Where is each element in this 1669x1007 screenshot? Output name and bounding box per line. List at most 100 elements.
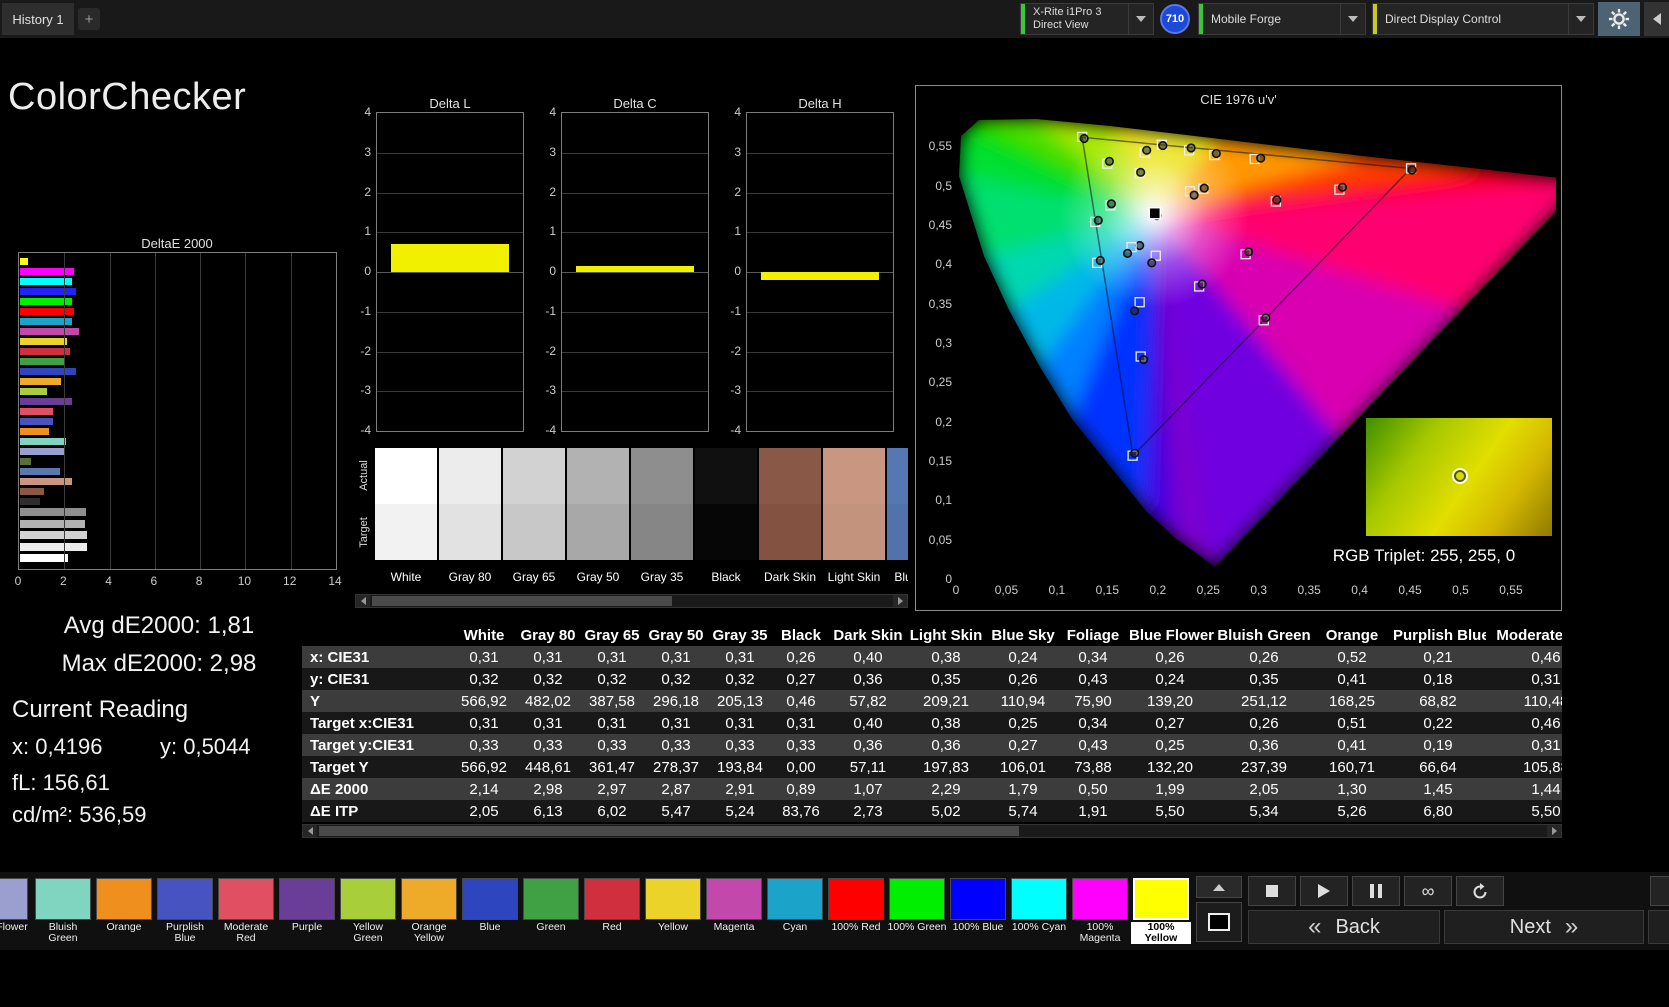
stop-button[interactable]: [1248, 876, 1296, 906]
display-dropdown-arrow[interactable]: [1568, 4, 1593, 34]
scroll-up-button[interactable]: [1196, 876, 1242, 898]
table-cell: 1,91: [1078, 802, 1108, 820]
meter-dropdown-arrow[interactable]: [1128, 4, 1153, 34]
meter-dropdown[interactable]: X-Rite i1Pro 3 Direct View: [1020, 3, 1154, 35]
nav-partial-button[interactable]: [1648, 910, 1669, 944]
pattern-button-blue[interactable]: Blue: [460, 878, 520, 944]
table-scroll-thumb[interactable]: [319, 826, 1019, 836]
loop-button[interactable]: ∞: [1404, 876, 1452, 906]
pattern-swatch: [706, 878, 762, 920]
x-tick-label: 0,3: [1250, 583, 1268, 597]
table-cell: 0,51: [1337, 714, 1367, 732]
patch-gray-35: [631, 448, 693, 560]
pattern-button-orange-yellow[interactable]: Orange Yellow: [399, 878, 459, 944]
pattern-button-bluish-green[interactable]: Bluish Green: [33, 878, 93, 944]
pattern-button-moderate-red[interactable]: Moderate Red: [216, 878, 276, 944]
deltae-bar-gray-65: [20, 531, 336, 539]
current-reading-label: Current Reading: [12, 696, 189, 723]
deltae-bar-red: [20, 348, 336, 355]
measured-marker: [1142, 145, 1152, 155]
table-cell: 106,01: [1000, 758, 1046, 776]
y-tick-label: 0,35: [928, 296, 952, 311]
x-tick-label: 2: [59, 574, 67, 588]
gridline: [562, 311, 708, 313]
pattern-button-blue-flower[interactable]: Blue Flower: [0, 878, 30, 944]
pattern-swatch: [584, 878, 640, 920]
settings-button[interactable]: [1598, 2, 1640, 36]
y-tick-label: -4: [730, 423, 741, 437]
table-cell: 0,24: [1155, 670, 1185, 688]
scroll-right-icon[interactable]: [1547, 825, 1561, 837]
pattern-button-yellow[interactable]: Yellow: [643, 878, 703, 944]
table-cell: 2,97: [597, 780, 627, 798]
play-button[interactable]: [1300, 876, 1348, 906]
patch-label: Light Skin: [827, 570, 881, 584]
pattern-button-purplish-blue[interactable]: Purplish Blue: [155, 878, 215, 944]
chevron-down-icon: [1348, 16, 1358, 22]
transport-partial-button[interactable]: [1650, 876, 1669, 906]
pattern-button-100-cyan[interactable]: 100% Cyan: [1009, 878, 1069, 944]
y-tick-label: 0,05: [928, 532, 952, 547]
y-tick-label: 0: [364, 264, 371, 278]
delta-h-chart: Delta H 4 3 2 1 0 -1 -2 -3 -4: [726, 96, 896, 448]
measured-marker: [1129, 306, 1140, 316]
pattern-source-dropdown[interactable]: Mobile Forge: [1198, 3, 1366, 35]
scroll-left-icon[interactable]: [303, 825, 317, 837]
measured-marker: [1079, 133, 1089, 144]
pattern-button-100-green[interactable]: 100% Green: [887, 878, 947, 944]
row-label: ΔE ITP: [310, 802, 359, 820]
pattern-button-orange[interactable]: Orange: [94, 878, 154, 944]
pattern-swatch: [157, 878, 213, 920]
pattern-button-magenta[interactable]: Magenta: [704, 878, 764, 944]
repeat-icon: [1473, 882, 1487, 898]
repeat-button[interactable]: [1456, 876, 1504, 906]
column-header: Purplish Blue: [1390, 624, 1486, 646]
strip-scroll-thumb[interactable]: [372, 596, 672, 606]
pattern-button-cyan[interactable]: Cyan: [765, 878, 825, 944]
x-tick-label: 0,35: [1297, 583, 1321, 597]
gridline: [200, 253, 202, 569]
gridline: [377, 351, 523, 353]
table-cell: 0,26: [1249, 648, 1279, 666]
back-button[interactable]: « Back: [1248, 910, 1440, 944]
column-header: Bluish Green: [1214, 624, 1314, 646]
table-cell: 6,13: [533, 802, 563, 820]
scroll-right-icon[interactable]: [893, 595, 907, 607]
pattern-button-100-blue[interactable]: 100% Blue: [948, 878, 1008, 944]
add-tab-button[interactable]: +: [78, 8, 100, 30]
gridline: [377, 391, 523, 393]
table-cell: 0,33: [533, 736, 563, 754]
pattern-dropdown-arrow[interactable]: [1340, 4, 1365, 34]
table-cell: 361,47: [589, 758, 635, 776]
table-cell: 1,44: [1531, 780, 1561, 798]
table-cell: 6,80: [1423, 802, 1453, 820]
deltae-bar-blue-flower: [20, 448, 336, 455]
table-cell: 0,46: [1531, 648, 1561, 666]
pattern-button-purple[interactable]: Purple: [277, 878, 337, 944]
tab-history[interactable]: History 1: [2, 3, 74, 35]
deltae-bar-moderate-red: [20, 408, 336, 415]
pause-button[interactable]: [1352, 876, 1400, 906]
pattern-label: Yellow Green: [353, 921, 383, 944]
pattern-button-100-red[interactable]: 100% Red: [826, 878, 886, 944]
next-button[interactable]: Next »: [1444, 910, 1644, 944]
x-tick-label: 0,15: [1095, 583, 1120, 597]
table-scrollbar[interactable]: [302, 824, 1562, 838]
pattern-accent-stripe: [1199, 4, 1203, 34]
pattern-button-yellow-green[interactable]: Yellow Green: [338, 878, 398, 944]
measured-marker: [1139, 355, 1149, 365]
collapse-panel-button[interactable]: [1644, 2, 1669, 36]
pattern-button-green[interactable]: Green: [521, 878, 581, 944]
pattern-button-red[interactable]: Red: [582, 878, 642, 944]
strip-scrollbar[interactable]: [355, 594, 908, 608]
pattern-button-100-magenta[interactable]: 100% Magenta: [1070, 878, 1130, 944]
scroll-left-icon[interactable]: [356, 595, 370, 607]
patch-label: Gray 35: [640, 570, 684, 584]
pattern-label: Moderate Red: [223, 921, 269, 944]
pattern-button-100-yellow[interactable]: 100% Yellow: [1131, 878, 1191, 944]
table-cell: 197,83: [923, 758, 969, 776]
pattern-window-button[interactable]: [1196, 902, 1242, 942]
pattern-swatch: [523, 878, 579, 920]
display-control-dropdown[interactable]: Direct Display Control: [1372, 3, 1594, 35]
table-cell: 110,48: [1523, 692, 1562, 710]
